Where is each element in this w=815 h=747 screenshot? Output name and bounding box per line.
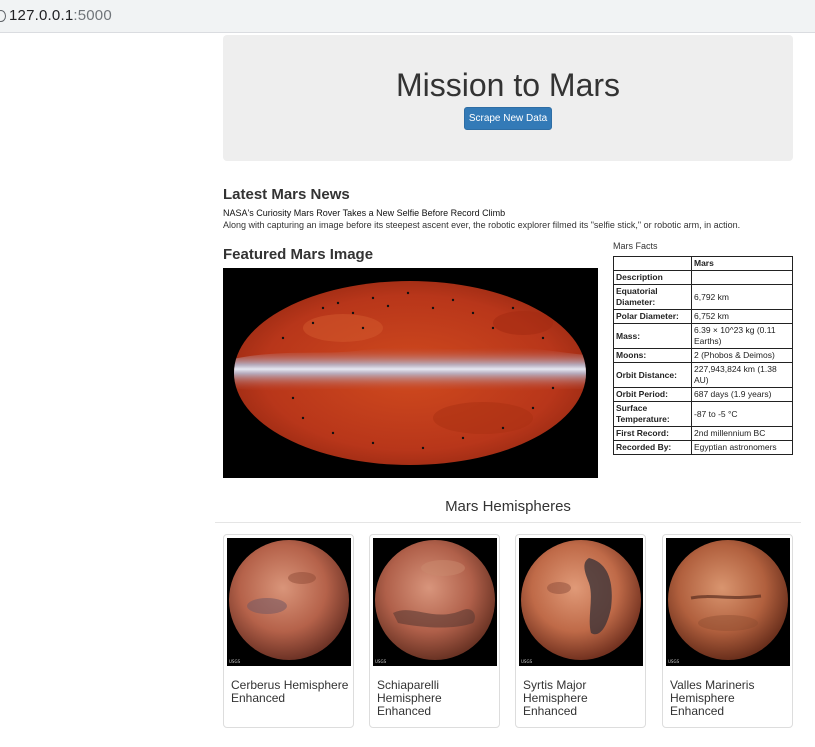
facts-corner-cell [613, 256, 692, 271]
table-row: Orbit Period: 687 days (1.9 years) [613, 387, 793, 402]
table-row: Recorded By: Egyptian astronomers [613, 440, 793, 455]
mars-globe-graphic [375, 540, 495, 660]
usgs-logo: USGS [229, 659, 241, 664]
url-port: :5000 [73, 7, 112, 24]
fact-value: 687 days (1.9 years) [691, 387, 793, 402]
facts-header-row: Mars [613, 256, 793, 271]
news-paragraph: Along with capturing an image before its… [223, 220, 741, 230]
fact-value [691, 270, 793, 285]
table-row: Mass: 6.39 × 10^23 kg (0.11 Earths) [613, 323, 793, 349]
featured-image-heading: Featured Mars Image [223, 246, 374, 263]
fact-value: Egyptian astronomers [691, 440, 793, 455]
mars-globe-graphic [229, 540, 349, 660]
featured-image [223, 268, 598, 478]
hemisphere-image[interactable]: USGS [373, 538, 497, 666]
hemisphere-title[interactable]: Schiaparelli Hemisphere Enhanced [377, 679, 495, 718]
fact-key: Orbit Period: [613, 387, 692, 402]
facts-table: Mars Description Equatorial Diameter: 6,7… [613, 256, 793, 455]
url-text[interactable]: 127.0.0.1:5000 [9, 7, 112, 24]
fact-key: Polar Diameter: [613, 309, 692, 324]
table-row: Orbit Distance: 227,943,824 km (1.38 AU) [613, 362, 793, 388]
fact-key: Description [613, 270, 692, 285]
hemisphere-title[interactable]: Cerberus Hemisphere Enhanced [231, 679, 349, 705]
info-icon[interactable] [0, 10, 6, 22]
fact-key: Recorded By: [613, 440, 692, 455]
fact-key: Equatorial Diameter: [613, 284, 692, 310]
usgs-logo: USGS [668, 659, 680, 664]
url-host: 127.0.0.1 [9, 7, 74, 24]
fact-value: -87 to -5 °C [691, 401, 793, 427]
mars-globe-graphic [521, 540, 641, 660]
fact-value: 2 (Phobos & Deimos) [691, 348, 793, 363]
table-row: Moons: 2 (Phobos & Deimos) [613, 348, 793, 363]
fact-key: Orbit Distance: [613, 362, 692, 388]
scrape-new-data-button[interactable]: Scrape New Data [464, 107, 552, 130]
fact-key: Mass: [613, 323, 692, 349]
news-title: NASA's Curiosity Mars Rover Takes a New … [223, 208, 506, 218]
fact-value: 2nd millennium BC [691, 426, 793, 441]
address-bar[interactable]: 127.0.0.1:5000 [0, 0, 815, 33]
hemisphere-image[interactable]: USGS [666, 538, 790, 666]
table-row: Equatorial Diameter: 6,792 km [613, 284, 793, 310]
table-row: Surface Temperature: -87 to -5 °C [613, 401, 793, 427]
hemisphere-card-cerberus[interactable]: USGS Cerberus Hemisphere Enhanced [223, 534, 354, 728]
hemisphere-card-syrtis-major[interactable]: USGS Syrtis Major Hemisphere Enhanced [515, 534, 646, 728]
fact-value: 6,792 km [691, 284, 793, 310]
table-row: Description [613, 270, 793, 285]
table-row: Polar Diameter: 6,752 km [613, 309, 793, 324]
featured-image-graphic [234, 281, 586, 465]
fact-value: 227,943,824 km (1.38 AU) [691, 362, 793, 388]
divider [215, 522, 801, 523]
page-title: Mission to Mars [395, 67, 621, 103]
fact-key: First Record: [613, 426, 692, 441]
fact-value: 6,752 km [691, 309, 793, 324]
table-row: First Record: 2nd millennium BC [613, 426, 793, 441]
hemisphere-title[interactable]: Syrtis Major Hemisphere Enhanced [523, 679, 641, 718]
hemisphere-image[interactable]: USGS [519, 538, 643, 666]
facts-label: Mars Facts [613, 241, 658, 251]
hemisphere-title[interactable]: Valles Marineris Hemisphere Enhanced [670, 679, 788, 718]
usgs-logo: USGS [375, 659, 387, 664]
hemispheres-heading: Mars Hemispheres [445, 498, 571, 515]
usgs-logo: USGS [521, 659, 533, 664]
hemisphere-image[interactable]: USGS [227, 538, 351, 666]
fact-key: Moons: [613, 348, 692, 363]
fact-value: 6.39 × 10^23 kg (0.11 Earths) [691, 323, 793, 349]
facts-column-header: Mars [691, 256, 793, 271]
news-heading: Latest Mars News [223, 186, 350, 203]
hemisphere-card-valles-marineris[interactable]: USGS Valles Marineris Hemisphere Enhance… [662, 534, 793, 728]
fact-key: Surface Temperature: [613, 401, 692, 427]
hemisphere-card-schiaparelli[interactable]: USGS Schiaparelli Hemisphere Enhanced [369, 534, 500, 728]
mars-globe-graphic [668, 540, 788, 660]
